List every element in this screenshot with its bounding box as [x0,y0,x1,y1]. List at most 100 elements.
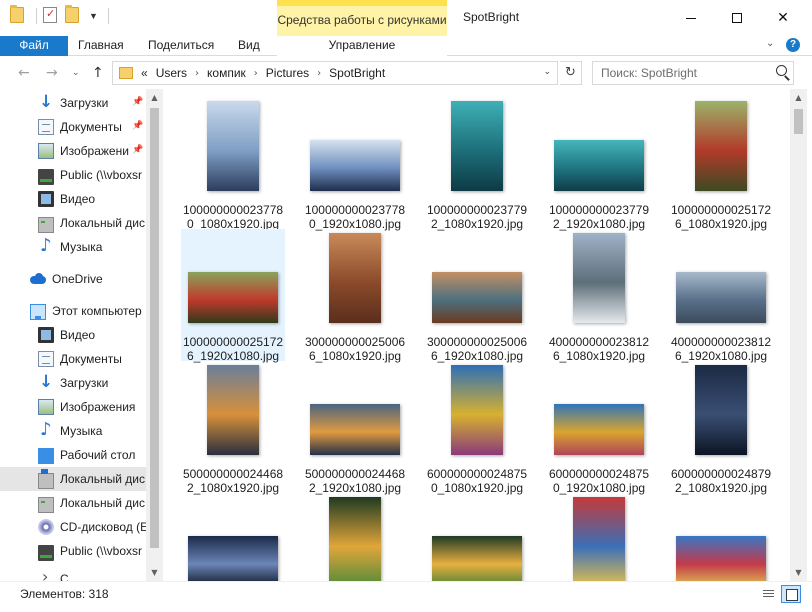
file-tile[interactable]: 3000000000250066_1080x1920.jpg [303,229,407,363]
help-icon[interactable]: ? [786,38,800,52]
sidebar-item[interactable]: Public (\\vboxsr [0,163,146,187]
breadcrumb-separator-icon[interactable]: › [195,68,199,79]
pin-icon[interactable]: 📌 [132,97,143,107]
file-tile[interactable]: 3000000000250066_1920x1080.jpg [425,229,529,363]
file-tile[interactable] [181,493,285,581]
maximize-button[interactable] [714,0,760,36]
image-thumbnail [329,233,381,323]
details-view-icon[interactable] [758,585,778,603]
refresh-button[interactable]: ↻ [560,61,582,85]
scrollbar-thumb[interactable] [150,108,159,548]
onedrive-icon [30,271,46,287]
file-tile[interactable] [669,493,773,581]
sidebar-item[interactable]: Изображения [0,395,146,419]
breadcrumb-separator-icon[interactable]: › [254,68,258,79]
sidebar-item-label: Public (\\vboxsr [60,544,143,558]
breadcrumb-users[interactable]: Users [156,66,187,80]
video-icon [38,191,54,207]
file-tile[interactable]: 1000000000251726_1920x1080.jpg [181,229,285,363]
file-list: 1000000000237780_1080x1920.jpg 1000000000… [163,89,790,581]
file-tile[interactable]: 6000000000248750_1920x1080.jpg [547,361,651,495]
close-button[interactable]: ✕ [760,0,806,36]
search-input[interactable]: Поиск: SpotBright [592,61,794,85]
back-arrow-icon[interactable]: ← [18,65,30,81]
recent-locations-chevron-icon[interactable]: ⌄ [72,68,80,78]
breadcrumb-spotbright[interactable]: SpotBright [329,66,385,80]
file-name: 6000000000248750_1920x1080.jpg [548,467,650,495]
tab-share[interactable]: Поделиться [138,36,224,56]
breadcrumb-separator-icon[interactable]: › [317,68,321,79]
sidebar-item[interactable]: Public (\\vboxsr [0,539,146,563]
file-name: 1000000000251726_1080x1920.jpg [670,203,772,231]
tab-home[interactable]: Главная [68,36,134,56]
new-folder-icon[interactable] [65,5,81,25]
sidebar-item[interactable]: Рабочий стол [0,443,146,467]
breadcrumb-user[interactable]: компик [207,66,246,80]
sidebar-item[interactable]: Изображени 📌 [0,139,146,163]
local-disk-icon [38,497,54,513]
sidebar-item[interactable]: Видео [0,187,146,211]
sidebar-item[interactable]: Документы 📌 [0,115,146,139]
address-dropdown-chevron-icon[interactable]: ⌄ [543,67,551,77]
tab-file[interactable]: Файл [0,36,68,56]
sidebar-item[interactable]: Локальный дис [0,211,146,235]
file-tile[interactable]: 6000000000248792_1080x1920.jpg [669,361,773,495]
tab-manage[interactable]: Управление [277,36,447,56]
navigation-bar: ← → ⌄ ↑ « Users › компик › Pictures › Sp… [0,57,812,89]
this-pc-icon [30,304,46,320]
scroll-down-arrow-icon[interactable]: ▼ [146,564,163,581]
file-tile[interactable]: 1000000000237792_1920x1080.jpg [547,97,651,231]
file-tile[interactable]: 5000000000244682_1920x1080.jpg [303,361,407,495]
image-thumbnail [554,140,644,191]
folder-icon[interactable] [10,5,26,25]
sidebar-item[interactable]: OneDrive [0,267,146,291]
customize-toolbar-chevron-icon[interactable]: ▼ [89,11,98,21]
pin-icon[interactable]: 📌 [132,145,143,155]
navigation-pane-scrollbar[interactable]: ▲ ▼ [146,89,163,581]
file-tile[interactable] [425,493,529,581]
search-icon [776,65,787,76]
file-tile[interactable]: 6000000000248750_1080x1920.jpg [425,361,529,495]
large-icons-view-icon[interactable] [781,585,801,603]
file-list-scrollbar[interactable]: ▲ ▼ [790,89,807,581]
properties-icon[interactable] [43,7,59,25]
sidebar-item[interactable]: Загрузки 📌 [0,91,146,115]
file-tile[interactable]: 1000000000237780_1920x1080.jpg [303,97,407,231]
sidebar-item[interactable]: CD-дисковод (E [0,515,146,539]
file-tile[interactable]: 5000000000244682_1080x1920.jpg [181,361,285,495]
address-bar[interactable]: « Users › компик › Pictures › SpotBright… [112,61,558,85]
scroll-down-arrow-icon[interactable]: ▼ [790,564,807,581]
file-tile[interactable]: 1000000000237780_1080x1920.jpg [181,97,285,231]
scroll-up-arrow-icon[interactable]: ▲ [146,89,163,106]
sidebar-item[interactable]: Музыка [0,419,146,443]
breadcrumb-pictures[interactable]: Pictures [266,66,309,80]
breadcrumb-overflow[interactable]: « [141,66,148,80]
sidebar-item[interactable]: Документы [0,347,146,371]
folder-icon [119,67,133,79]
sidebar-item[interactable]: Локальный дис [0,467,146,491]
up-arrow-icon[interactable]: ↑ [92,65,104,81]
file-tile[interactable]: 1000000000251726_1080x1920.jpg [669,97,773,231]
sidebar-item[interactable]: Этот компьютер [0,299,146,323]
sidebar-item[interactable]: Локальный дис [0,491,146,515]
file-tile[interactable]: 4000000000238126_1920x1080.jpg [669,229,773,363]
sidebar-item[interactable]: С [0,567,146,581]
forward-arrow-icon[interactable]: → [46,65,58,81]
file-tile[interactable]: 1000000000237792_1080x1920.jpg [425,97,529,231]
sidebar-item[interactable]: Видео [0,323,146,347]
sidebar-item[interactable]: Загрузки [0,371,146,395]
sidebar-item[interactable]: Музыка [0,235,146,259]
documents-icon [38,119,54,135]
tab-view[interactable]: Вид [228,36,270,56]
expand-ribbon-chevron-icon[interactable]: ⌄ [766,38,774,49]
scroll-up-arrow-icon[interactable]: ▲ [790,89,807,106]
file-tile[interactable] [303,493,407,581]
file-tile[interactable]: 4000000000238126_1080x1920.jpg [547,229,651,363]
sidebar-item-label: С [60,572,69,581]
file-tile[interactable] [547,493,651,581]
pin-icon[interactable]: 📌 [132,121,143,131]
sidebar-item-label: Этот компьютер [52,304,142,318]
minimize-button[interactable] [668,0,714,36]
refresh-icon: ↻ [565,65,576,80]
scrollbar-thumb[interactable] [794,109,803,134]
